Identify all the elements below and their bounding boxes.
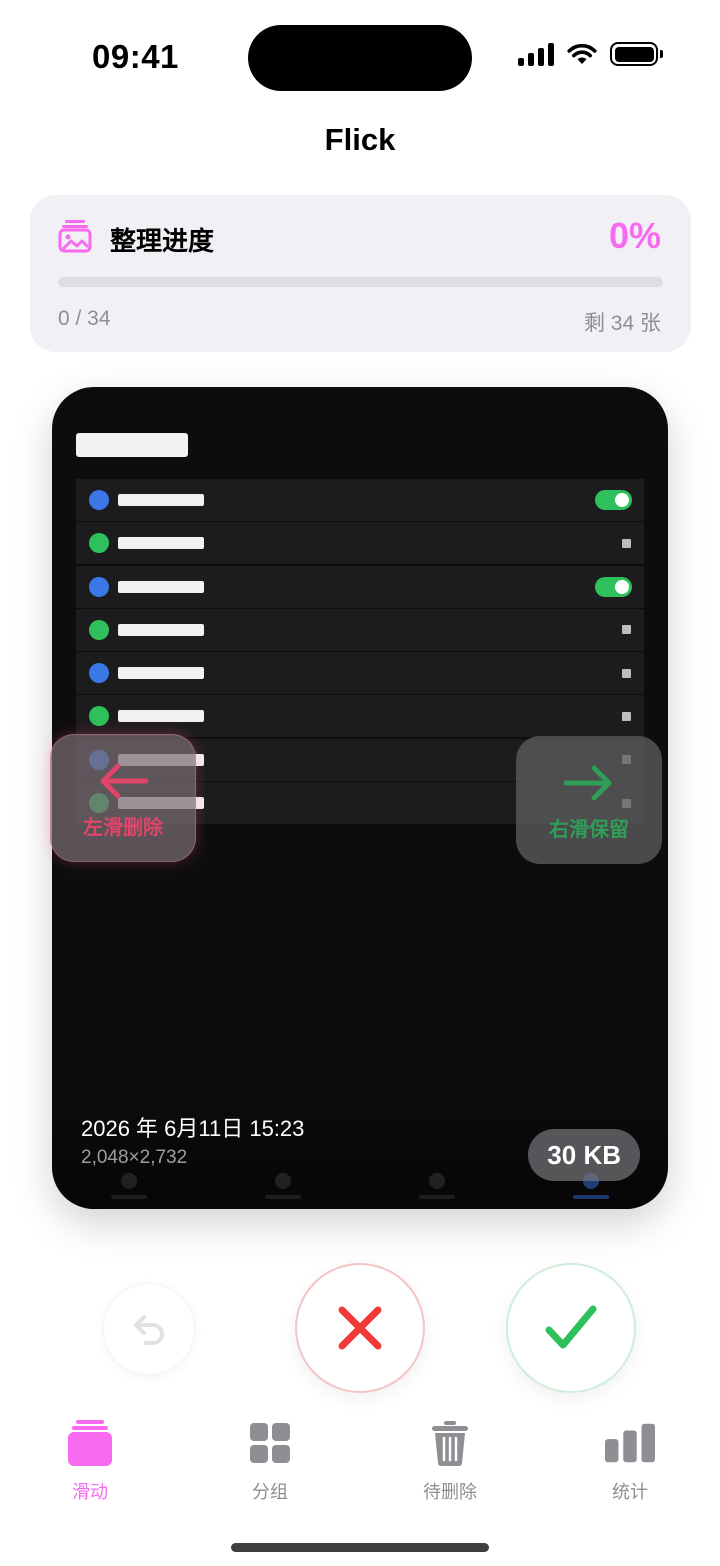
progress-percent: 0% bbox=[608, 215, 661, 256]
progress-count: 0 / 34 bbox=[58, 307, 111, 330]
cellular-signal-icon bbox=[518, 42, 554, 66]
photo-content-row bbox=[76, 479, 644, 521]
tab-pending-delete[interactable]: 待删除 bbox=[390, 1418, 510, 1504]
photo-content-row bbox=[76, 695, 644, 738]
cards-stack-icon bbox=[68, 1420, 112, 1466]
status-time: 09:41 bbox=[92, 38, 179, 75]
photo-content-square bbox=[622, 538, 631, 548]
photo-content-dot bbox=[89, 619, 109, 640]
photo-dimensions: 2,048×2,732 bbox=[81, 1147, 188, 1168]
photo-content-line bbox=[118, 580, 204, 593]
photo-content-dot bbox=[89, 533, 109, 554]
status-bar: 09:41 bbox=[0, 0, 720, 110]
keep-button[interactable] bbox=[506, 1263, 636, 1393]
tab-groups[interactable]: 分组 bbox=[210, 1418, 330, 1504]
arrow-left-icon bbox=[100, 763, 149, 798]
trash-icon bbox=[432, 1421, 468, 1466]
photo-content-dot bbox=[89, 576, 109, 597]
battery-icon bbox=[610, 42, 663, 66]
photo-content-square bbox=[622, 711, 631, 721]
photo-stack-icon bbox=[58, 220, 92, 253]
bar-chart-icon bbox=[605, 1423, 655, 1463]
photo-date: 2026 年 6月11日 15:23 bbox=[81, 1116, 305, 1141]
dynamic-island bbox=[248, 25, 472, 91]
checkmark-icon bbox=[545, 1305, 597, 1349]
photo-content-line bbox=[118, 494, 204, 506]
swipe-left-label: 左滑删除 bbox=[83, 816, 163, 839]
tab-swipe[interactable]: 滑动 bbox=[30, 1418, 150, 1504]
progress-label: 整理进度 bbox=[110, 226, 215, 256]
x-mark-icon bbox=[338, 1306, 382, 1350]
photo-content-row bbox=[76, 652, 644, 695]
photo-content-toggle bbox=[595, 576, 632, 597]
photo-content-header bbox=[76, 433, 188, 457]
tab-label: 统计 bbox=[612, 1482, 648, 1502]
progress-remaining: 剩 34 张 bbox=[583, 312, 661, 335]
tab-stats[interactable]: 统计 bbox=[570, 1418, 690, 1504]
photo-content-toggle bbox=[595, 490, 632, 510]
photo-content-square bbox=[622, 668, 631, 678]
file-size-badge: 30 KB bbox=[528, 1129, 640, 1181]
swipe-right-keep-hint: 右滑保留 bbox=[516, 736, 662, 864]
status-icons bbox=[518, 42, 663, 66]
arrow-right-icon bbox=[563, 765, 612, 800]
photo-content-line bbox=[118, 623, 204, 636]
swipe-right-label: 右滑保留 bbox=[549, 818, 629, 841]
progress-card: 整理进度 0% 0 / 34 剩 34 张 bbox=[30, 195, 691, 352]
grid-icon bbox=[250, 1423, 290, 1463]
photo-content-line bbox=[118, 667, 204, 680]
photo-content-row bbox=[76, 565, 644, 608]
delete-button[interactable] bbox=[295, 1263, 425, 1393]
tab-label: 滑动 bbox=[72, 1482, 108, 1502]
undo-icon bbox=[134, 1315, 164, 1345]
photo-content-line bbox=[118, 710, 204, 723]
app-title: Flick bbox=[324, 122, 396, 157]
photo-content-dot bbox=[89, 663, 109, 684]
tab-bar: 滑动 分组 待删除 统计 bbox=[0, 1418, 720, 1518]
wifi-icon bbox=[567, 43, 597, 64]
tab-label: 分组 bbox=[252, 1482, 288, 1502]
photo-content-square bbox=[622, 625, 631, 635]
photo-content-row bbox=[76, 608, 644, 651]
tab-label: 待删除 bbox=[423, 1482, 477, 1502]
photo-content-dot bbox=[89, 706, 109, 727]
home-indicator bbox=[231, 1543, 489, 1552]
photo-content-row bbox=[76, 522, 644, 565]
progress-bar bbox=[58, 277, 663, 287]
photo-content-dot bbox=[89, 490, 109, 510]
photo-content-line bbox=[118, 537, 204, 550]
swipe-left-delete-hint: 左滑删除 bbox=[50, 734, 196, 862]
undo-button[interactable] bbox=[103, 1283, 195, 1375]
